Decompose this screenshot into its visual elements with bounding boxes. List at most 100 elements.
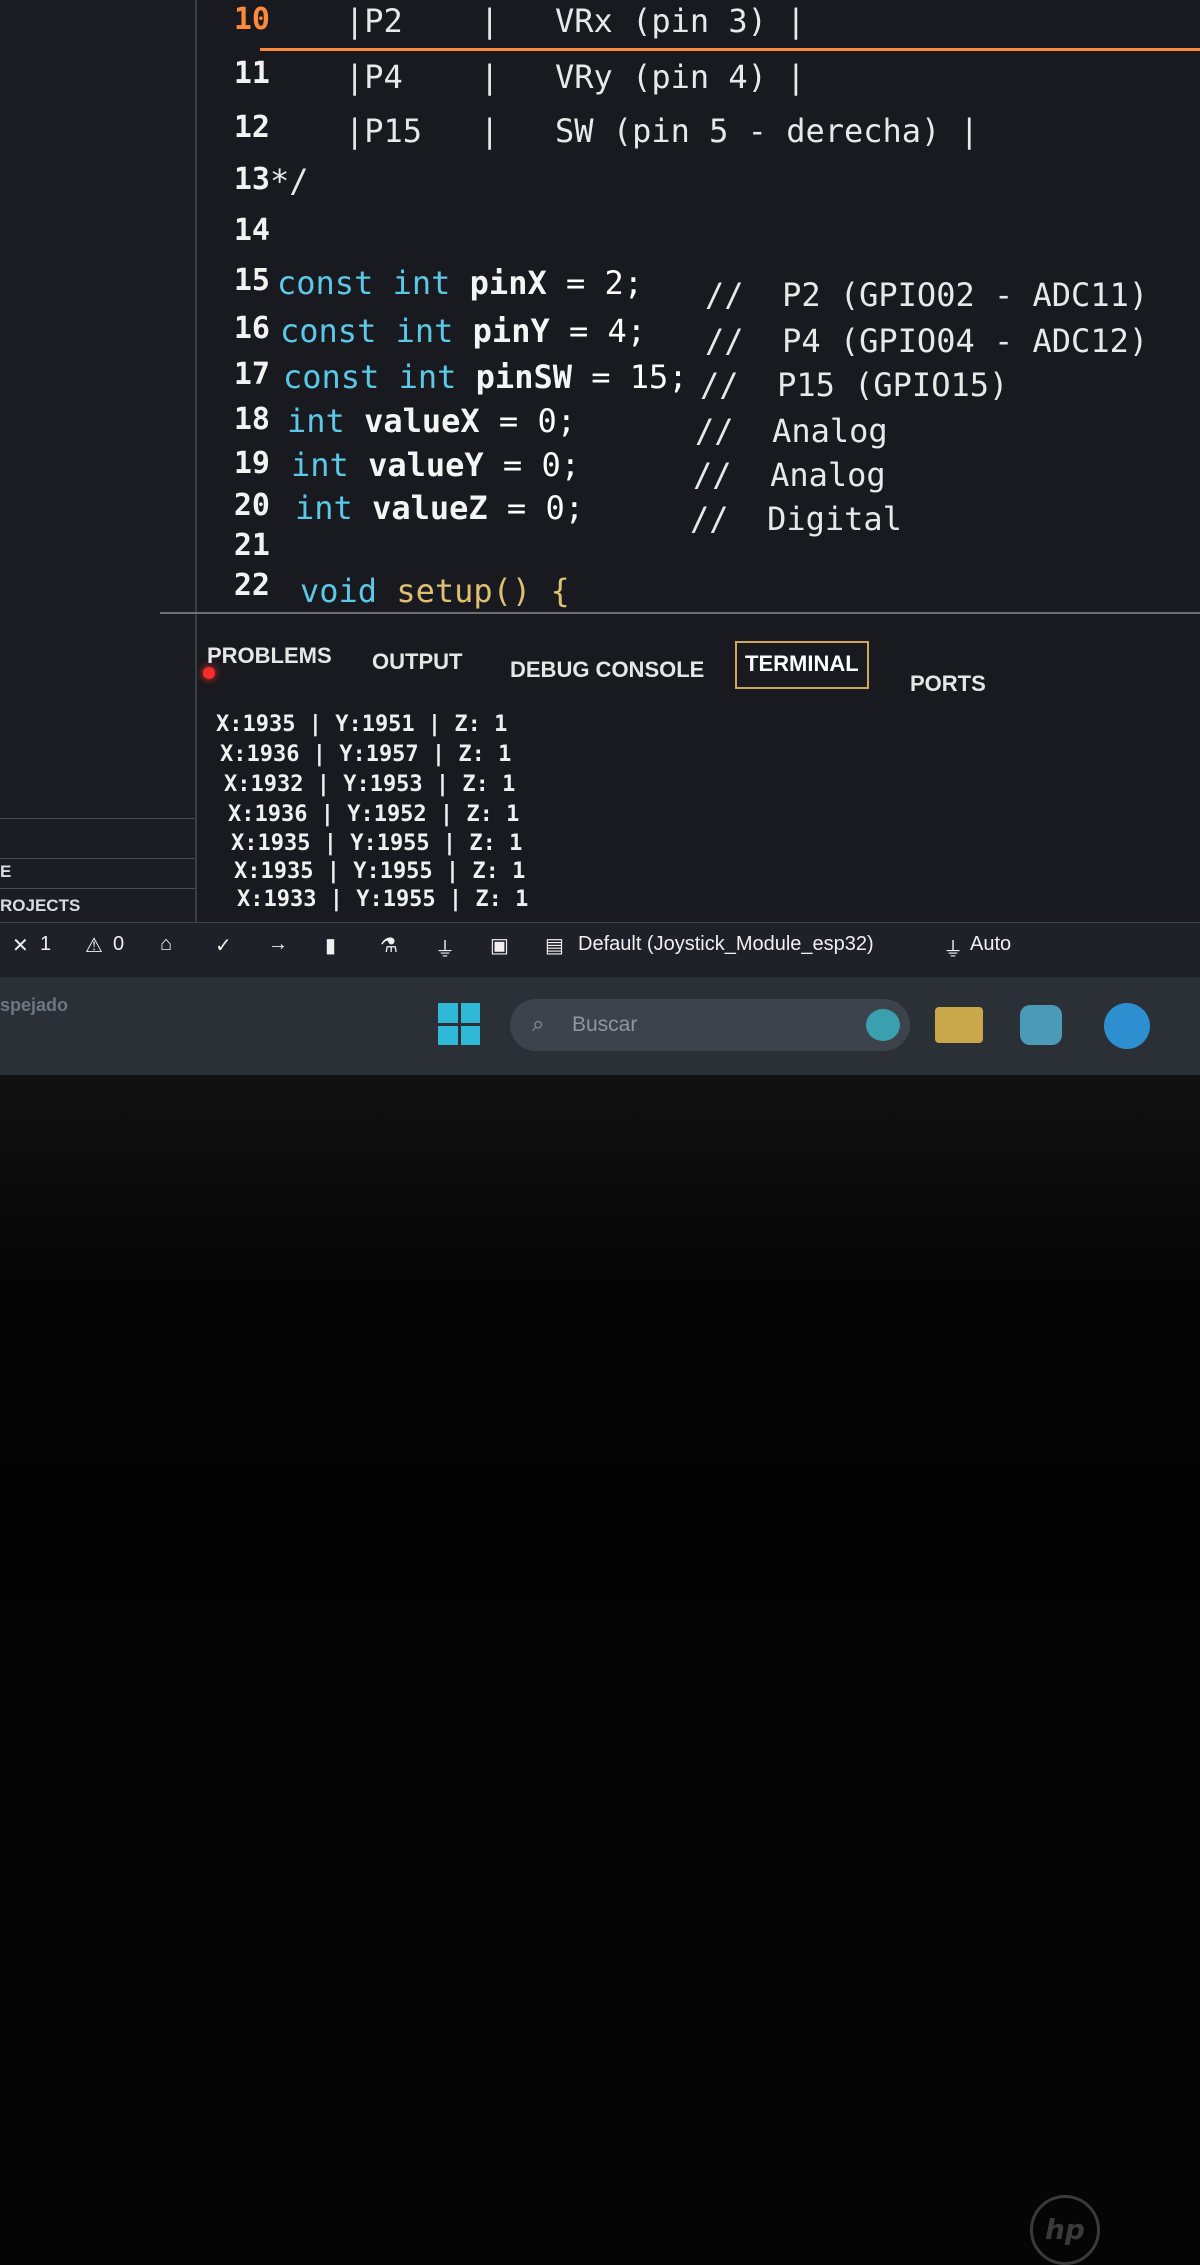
port-selector[interactable]: Auto xyxy=(970,933,1011,956)
line-number: 16 xyxy=(233,311,270,346)
code-token: | xyxy=(480,2,500,40)
keyword-token: int xyxy=(291,446,349,484)
taskbar-search-box[interactable]: ⌕ Buscar xyxy=(510,999,910,1051)
sidebar-section-projects[interactable]: ROJECTS xyxy=(0,896,80,916)
keyword-token: const xyxy=(283,358,380,396)
identifier-token: valueX xyxy=(364,402,480,440)
home-icon[interactable]: ⌂ xyxy=(160,933,172,956)
sidebar-divider xyxy=(0,818,195,819)
taskbar: spejado ⌕ Buscar xyxy=(0,977,1200,1075)
search-highlight-icon[interactable] xyxy=(866,1009,900,1041)
warnings-count[interactable]: 0 xyxy=(113,933,124,956)
keyword-token: const xyxy=(277,264,374,302)
code-token: = 0; xyxy=(479,402,576,440)
line-number: 10 xyxy=(233,2,270,37)
terminal-line: X:1935 | Y:1955 | Z: 1 xyxy=(231,831,523,856)
chat-app-icon[interactable] xyxy=(1020,1005,1062,1045)
brace-token: { xyxy=(531,572,570,610)
code-token: = 0; xyxy=(483,446,580,484)
function-token: setup() xyxy=(396,572,532,610)
identifier-token: valueY xyxy=(368,446,484,484)
project-folder-icon: ▤ xyxy=(545,935,564,957)
code-line: int valueX = 0; xyxy=(287,402,576,440)
line-number: 22 xyxy=(233,568,270,603)
tab-debug-console[interactable]: DEBUG CONSOLE xyxy=(510,657,704,683)
code-line: void setup() { xyxy=(300,572,570,610)
line-number: 11 xyxy=(233,56,270,91)
code-token: = 15; xyxy=(571,358,688,396)
tools-icon[interactable]: ✕ xyxy=(12,933,29,958)
identifier-token: pinSW xyxy=(475,358,572,396)
windows-start-icon[interactable] xyxy=(438,1003,480,1045)
explorer-sidebar: E ROJECTS xyxy=(0,0,197,965)
code-token: VRy (pin 4) | xyxy=(555,58,806,96)
code-token: |P15 xyxy=(345,112,423,150)
tab-terminal[interactable]: TERMINAL xyxy=(735,641,869,689)
panel-divider[interactable] xyxy=(160,612,1200,614)
search-placeholder: Buscar xyxy=(572,1013,638,1036)
sidebar-divider xyxy=(0,858,195,859)
terminal-icon[interactable]: ▣ xyxy=(490,933,509,958)
sidebar-section-label[interactable]: E xyxy=(0,862,11,882)
keyword-token: int xyxy=(392,264,451,302)
keyword-token: int xyxy=(395,312,454,350)
trash-icon[interactable]: ▮ xyxy=(325,933,336,958)
tab-output[interactable]: OUTPUT xyxy=(372,649,462,675)
taskbar-left-text: spejado xyxy=(0,995,69,1015)
code-token: = 2; xyxy=(546,264,644,302)
search-icon: ⌕ xyxy=(532,1011,545,1036)
build-check-icon[interactable]: ✓ xyxy=(215,933,232,958)
comment-token: // Analog xyxy=(693,456,886,494)
tab-problems[interactable]: PROBLEMS xyxy=(207,643,332,669)
comment-token: // Analog xyxy=(695,412,888,450)
line-number: 14 xyxy=(233,213,270,248)
plug-icon[interactable]: ⏚ xyxy=(435,933,455,962)
project-env-label[interactable]: Default (Joystick_Module_esp32) xyxy=(578,933,874,956)
code-line: int valueZ = 0; xyxy=(295,489,584,527)
line-number: 20 xyxy=(233,488,270,523)
terminal-line: X:1932 | Y:1953 | Z: 1 xyxy=(224,772,516,797)
code-editor[interactable]: |P2 | VRx (pin 3) | |P4 | VRy (pin 4) | … xyxy=(270,0,1200,615)
edge-browser-icon[interactable] xyxy=(1104,1003,1150,1049)
code-token: = 4; xyxy=(549,312,647,350)
warning-icon[interactable]: ⚠ xyxy=(85,933,103,958)
identifier-token: valueZ xyxy=(372,489,488,527)
code-token: VRx (pin 3) | xyxy=(555,2,806,40)
code-token: | xyxy=(480,58,500,96)
identifier-token: pinY xyxy=(472,312,550,350)
line-number: 21 xyxy=(233,528,270,563)
code-token: |P2 xyxy=(345,2,403,40)
status-bar: ✕ 1 ⚠ 0 ⌂ ✓ → ▮ ⚗ ⏚ ▣ ▤ Default (Joystic… xyxy=(0,922,1200,978)
keyword-token: int xyxy=(398,358,457,396)
file-explorer-icon[interactable] xyxy=(935,1007,983,1043)
line-number: 12 xyxy=(233,110,270,145)
keyword-token: int xyxy=(287,402,345,440)
code-line: const int pinSW = 15; xyxy=(283,358,688,396)
upload-arrow-icon[interactable]: → xyxy=(268,933,288,956)
sidebar-divider xyxy=(0,888,195,889)
comment-token: // P2 (GPIO02 - ADC11) xyxy=(705,276,1149,314)
code-token: */ xyxy=(270,162,309,200)
hp-logo: hp xyxy=(1030,2195,1100,2265)
code-token: = 0; xyxy=(487,489,584,527)
line-number: 15 xyxy=(233,263,270,298)
line-number: 19 xyxy=(233,446,270,481)
flask-icon[interactable]: ⚗ xyxy=(380,933,398,958)
errors-count[interactable]: 1 xyxy=(40,933,51,956)
panel-tabs: PROBLEMS OUTPUT DEBUG CONSOLE TERMINAL P… xyxy=(205,635,1200,697)
line-number-gutter: 10 11 12 13 14 15 16 17 18 19 20 21 22 xyxy=(200,0,270,610)
comment-token: // P4 (GPIO04 - ADC12) xyxy=(705,322,1149,360)
line-number: 13 xyxy=(233,162,270,197)
code-token: |P4 xyxy=(345,58,403,96)
laptop-bezel: hp xyxy=(0,1075,1200,2265)
terminal-line: X:1935 | Y:1951 | Z: 1 xyxy=(216,712,508,737)
identifier-token: pinX xyxy=(469,264,547,302)
keyword-token: void xyxy=(300,572,378,610)
terminal-line: X:1936 | Y:1952 | Z: 1 xyxy=(228,802,520,827)
tab-ports[interactable]: PORTS xyxy=(910,671,986,697)
port-plug-icon: ⏚ xyxy=(943,939,963,961)
code-line: const int pinX = 2; xyxy=(277,264,643,302)
code-line: int valueY = 0; xyxy=(291,446,580,484)
keyword-token: const xyxy=(280,312,377,350)
line-number: 18 xyxy=(233,402,270,437)
